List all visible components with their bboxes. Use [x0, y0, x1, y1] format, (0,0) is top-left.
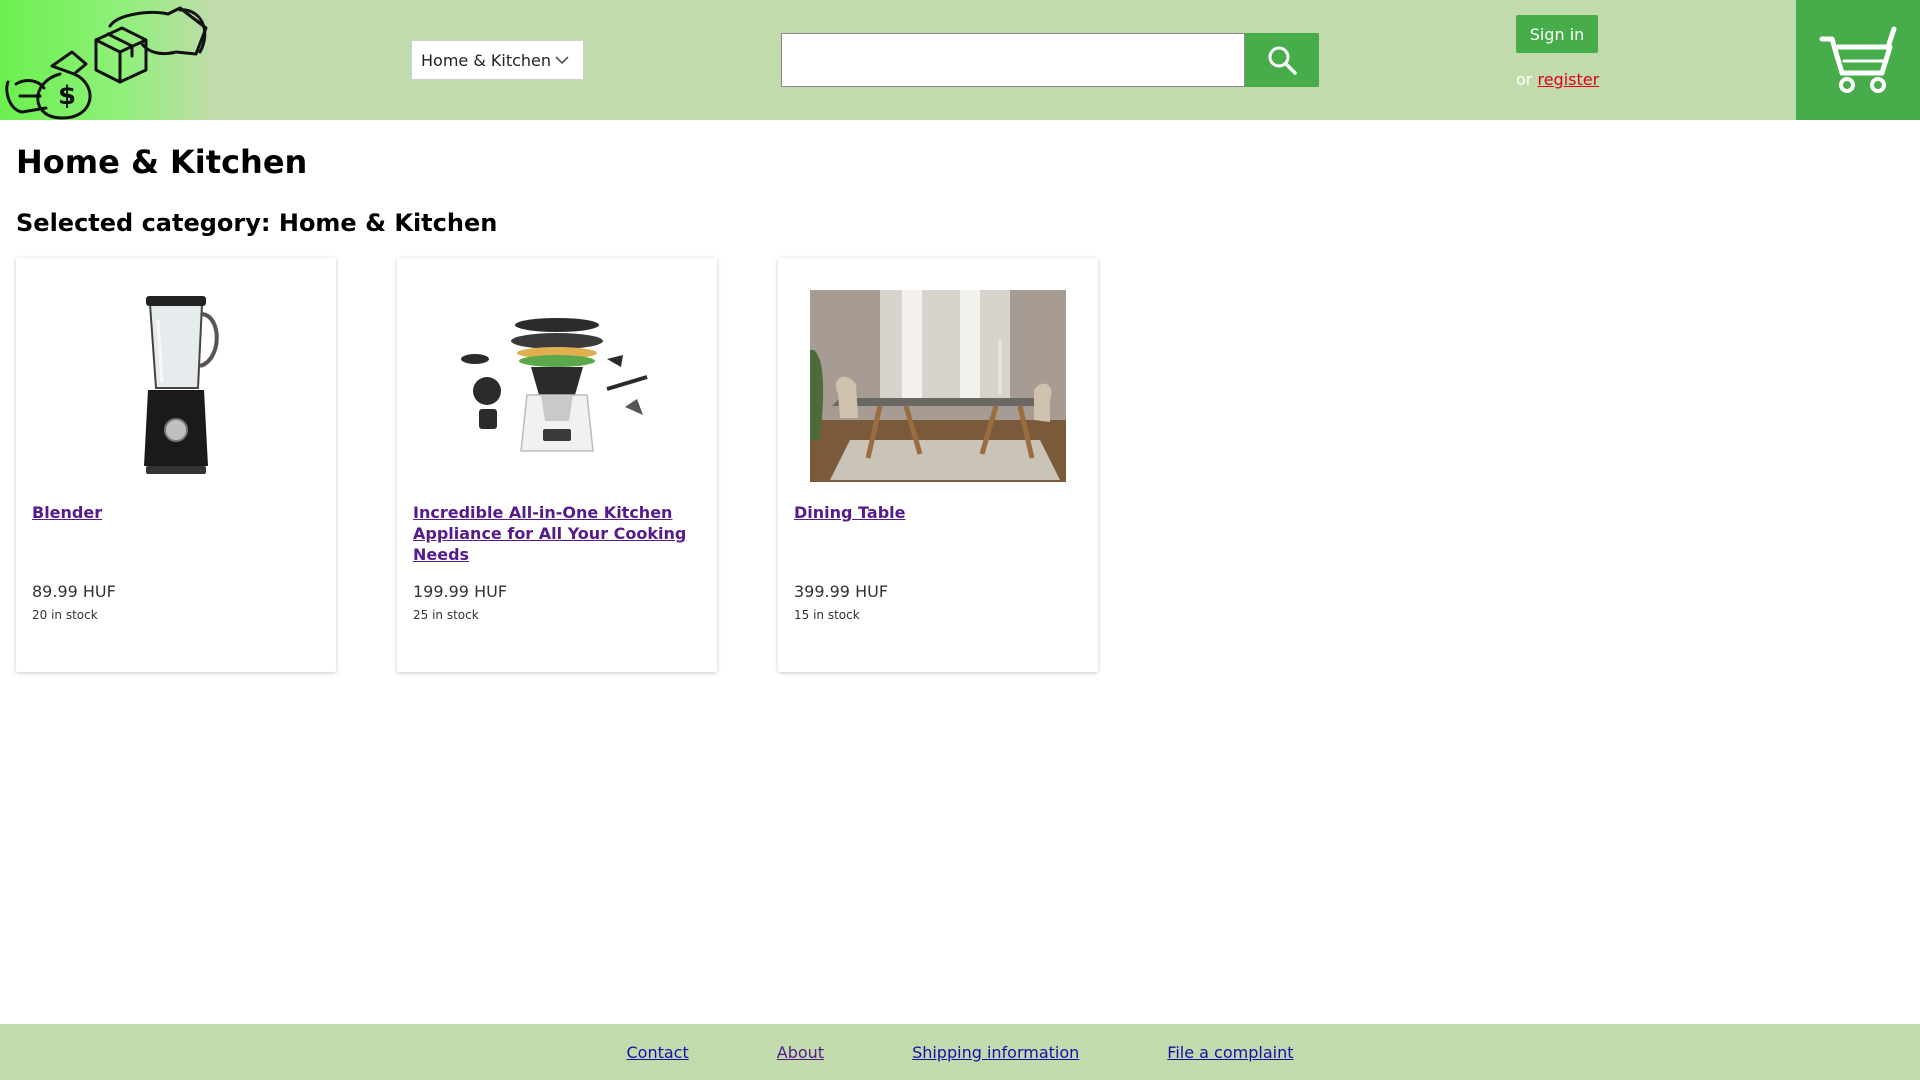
cart-button[interactable]: [1796, 0, 1920, 120]
product-stock: 25 in stock: [413, 608, 479, 622]
footer-link-complaint[interactable]: File a complaint: [1167, 1043, 1293, 1062]
search-icon: [1268, 46, 1297, 75]
product-card: Incredible All-in-One Kitchen Appliance …: [397, 258, 717, 672]
page-title: Home & Kitchen: [16, 143, 308, 181]
product-stock: 15 in stock: [794, 608, 860, 622]
product-card: Blender 89.99 HUF 20 in stock: [16, 258, 336, 672]
product-price: 399.99 HUF: [794, 582, 889, 601]
product-link[interactable]: Blender: [32, 502, 324, 523]
header: $ Home & Kitchen Sign in or register: [0, 0, 1920, 120]
product-price: 89.99 HUF: [32, 582, 116, 601]
footer-link-about[interactable]: About: [777, 1043, 824, 1062]
search-input[interactable]: [781, 33, 1245, 87]
dining-table-image[interactable]: [810, 290, 1066, 482]
product-price: 199.99 HUF: [413, 582, 508, 601]
product-link[interactable]: Dining Table: [794, 502, 1086, 523]
logo-money-box-icon: $: [5, 6, 208, 120]
category-select[interactable]: Home & Kitchen: [411, 40, 584, 80]
or-register: or register: [1516, 70, 1599, 89]
kitchen-appliance-image[interactable]: [429, 290, 685, 482]
cart-icon: [1819, 26, 1897, 93]
footer-link-contact[interactable]: Contact: [627, 1043, 689, 1062]
svg-text:$: $: [58, 81, 76, 111]
chevron-down-icon: [555, 56, 569, 65]
site-logo[interactable]: $: [0, 0, 220, 120]
blender-image[interactable]: [48, 290, 304, 482]
register-link[interactable]: register: [1537, 70, 1599, 89]
product-link[interactable]: Incredible All-in-One Kitchen Appliance …: [413, 502, 705, 565]
footer-link-shipping[interactable]: Shipping information: [912, 1043, 1079, 1062]
search-button[interactable]: [1245, 33, 1319, 87]
sign-in-button[interactable]: Sign in: [1516, 15, 1598, 53]
product-stock: 20 in stock: [32, 608, 98, 622]
or-label: or: [1516, 70, 1533, 89]
category-select-value: Home & Kitchen: [421, 50, 552, 70]
product-card: Dining Table 399.99 HUF 15 in stock: [778, 258, 1098, 672]
footer: Contact About Shipping information File …: [0, 1024, 1920, 1080]
selected-category-heading: Selected category: Home & Kitchen: [16, 209, 498, 237]
